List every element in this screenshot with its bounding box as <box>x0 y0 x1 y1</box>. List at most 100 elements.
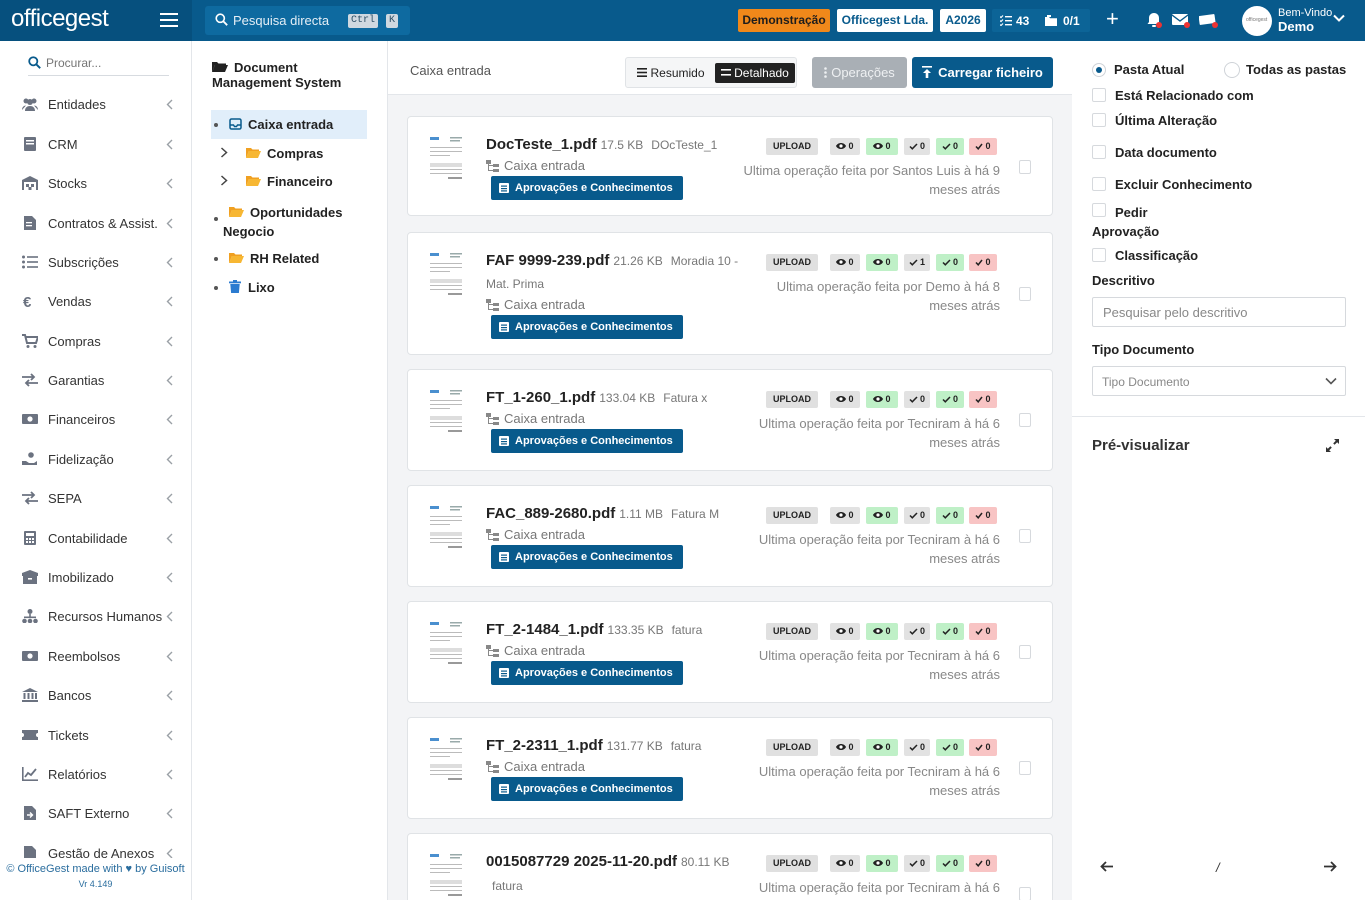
global-search[interactable]: Pesquisa directa Ctrl K <box>205 6 410 35</box>
sidebar-item-subscri-es[interactable]: Subscrições <box>0 247 191 277</box>
check-classification[interactable]: Classificação <box>1092 248 1198 263</box>
document-thumbnail[interactable] <box>428 850 464 900</box>
demo-mode-button[interactable]: Demonstração <box>738 9 830 32</box>
tree-node-lixo[interactable]: Lixo <box>229 280 275 295</box>
sidebar-item-stocks[interactable]: Stocks <box>0 168 191 198</box>
view-summary-button[interactable]: Resumido <box>631 63 711 83</box>
add-icon[interactable]: + <box>1106 8 1119 30</box>
document-card[interactable]: DocTeste_1.pdf 17.5 KB DOcTeste_1 Caixa ent… <box>407 116 1053 216</box>
pending-badge: 0 <box>904 138 930 155</box>
tree-node-rh[interactable]: RH Related <box>229 251 319 266</box>
sidebar-item-relat-rios[interactable]: Relatórios <box>0 759 191 789</box>
check-last-change[interactable]: Última Alteração <box>1092 113 1217 128</box>
description-search-input[interactable] <box>1092 297 1346 327</box>
sidebar-search-input[interactable] <box>46 56 166 70</box>
expand-icon[interactable] <box>1326 439 1339 452</box>
document-card[interactable]: 0015087729 2025-11-20.pdf 80.11 KB fatura U… <box>407 833 1053 900</box>
ticket-alert-icon[interactable] <box>1199 12 1219 29</box>
radio-current-folder[interactable]: Pasta Atual <box>1092 62 1184 77</box>
user-name[interactable]: Demo <box>1278 19 1314 34</box>
doc-type-select[interactable]: Tipo Documento <box>1092 366 1346 396</box>
folder-tree-icon <box>486 413 499 425</box>
document-name[interactable]: FT_2-2311_1.pdf 131.77 KB fatura <box>486 737 701 754</box>
company-button[interactable]: Officegest Lda. <box>837 9 933 32</box>
document-card[interactable]: FT_1-260_1.pdf 133.04 KB Fatura x Caixa ent… <box>407 369 1053 471</box>
sidebar-item-vendas[interactable]: € Vendas <box>0 286 191 316</box>
document-thumbnail[interactable] <box>428 618 464 668</box>
chevron-right-icon[interactable] <box>220 147 228 158</box>
sidebar-item-financeiros[interactable]: Financeiros <box>0 404 191 434</box>
document-name[interactable]: DocTeste_1.pdf 17.5 KB DOcTeste_1 <box>486 136 717 153</box>
document-name[interactable]: FT_1-260_1.pdf 133.04 KB Fatura x <box>486 389 707 406</box>
check-related[interactable]: Está Relacionado com <box>1092 88 1254 103</box>
logo[interactable]: officegest <box>11 5 109 33</box>
sidebar-item-contratos-assist[interactable]: Contratos & Assist. <box>0 208 191 238</box>
approved-badge: 0 <box>936 855 964 872</box>
check-doc-date[interactable]: Data documento <box>1092 145 1217 160</box>
document-card[interactable]: FAF 9999-239.pdf 21.26 KB Moradia 10 - Mat.… <box>407 232 1053 355</box>
document-select-checkbox[interactable] <box>1019 761 1031 775</box>
sidebar-item-imobilizado[interactable]: Imobilizado <box>0 562 191 592</box>
sidebar-item-recursos-humanos[interactable]: Recursos Humanos <box>0 601 191 631</box>
operations-button[interactable]: Operações <box>812 57 907 88</box>
sidebar-item-entidades[interactable]: Entidades <box>0 89 191 119</box>
arrow-left-icon[interactable] <box>1100 861 1114 872</box>
upload-file-button[interactable]: Carregar ficheiro <box>912 57 1053 88</box>
document-thumbnail[interactable] <box>428 386 464 436</box>
document-select-checkbox[interactable] <box>1019 413 1031 427</box>
tree-node-oportunidades[interactable]: Oportunidades Negocio <box>223 203 363 241</box>
document-name[interactable]: FAC_889-2680.pdf 1.11 MB Fatura M <box>486 505 719 522</box>
approvals-button[interactable]: Aprovações e Conhecimentos <box>491 176 683 200</box>
document-card[interactable]: FT_2-1484_1.pdf 133.35 KB fatura Caixa entr… <box>407 601 1053 703</box>
sidebar-item-sepa[interactable]: SEPA <box>0 483 191 513</box>
check-request-approval[interactable]: Pedir Aprovação <box>1092 203 1192 241</box>
document-select-checkbox[interactable] <box>1019 287 1031 301</box>
mail-icon[interactable] <box>1172 12 1190 29</box>
document-card[interactable]: FT_2-2311_1.pdf 131.77 KB fatura Caixa entr… <box>407 717 1053 819</box>
tree-node-inbox[interactable]: Caixa entrada <box>229 117 333 132</box>
counters-button[interactable]: 43 0/1 <box>992 9 1090 32</box>
sidebar-item-tickets[interactable]: Tickets <box>0 720 191 750</box>
view-detail-button[interactable]: Detalhado <box>715 63 795 83</box>
year-button[interactable]: A2026 <box>940 9 986 32</box>
chevron-down-icon[interactable] <box>1333 14 1345 23</box>
approvals-button[interactable]: Aprovações e Conhecimentos <box>491 315 683 339</box>
radio-all-folders-dot[interactable] <box>1224 62 1240 78</box>
sidebar-item-compras[interactable]: Compras <box>0 326 191 356</box>
approvals-button[interactable]: Aprovações e Conhecimentos <box>491 429 683 453</box>
document-select-checkbox[interactable] <box>1019 645 1031 659</box>
avatar[interactable]: officegest <box>1242 6 1272 36</box>
sidebar-item-bancos[interactable]: Bancos <box>0 680 191 710</box>
document-thumbnail[interactable] <box>428 734 464 784</box>
sidebar-item-garantias[interactable]: Garantias <box>0 365 191 395</box>
document-select-checkbox[interactable] <box>1019 160 1031 174</box>
document-name[interactable]: FT_2-1484_1.pdf 133.35 KB fatura <box>486 621 702 638</box>
document-name[interactable]: FAF 9999-239.pdf 21.26 KB Moradia 10 - <box>486 252 738 269</box>
sidebar-item-saft-externo[interactable]: SAFT Externo <box>0 798 191 828</box>
document-name[interactable]: 0015087729 2025-11-20.pdf 80.11 KB <box>486 853 729 870</box>
tree-node-financeiro[interactable]: Financeiro <box>246 174 333 189</box>
check-exclude-knowledge[interactable]: Excluir Conhecimento <box>1092 177 1252 192</box>
footer-credit[interactable]: © OfficeGest made with ♥ by Guisoft <box>0 863 191 875</box>
sidebar-item-fideliza-o[interactable]: Fidelização <box>0 444 191 474</box>
approvals-button[interactable]: Aprovações e Conhecimentos <box>491 777 683 801</box>
document-thumbnail[interactable] <box>428 502 464 552</box>
tree-node-compras[interactable]: Compras <box>246 146 323 161</box>
menu-toggle-icon[interactable] <box>160 13 178 28</box>
document-card[interactable]: FAC_889-2680.pdf 1.11 MB Fatura M Caixa ent… <box>407 485 1053 587</box>
sidebar-item-reembolsos[interactable]: Reembolsos <box>0 641 191 671</box>
chevron-right-icon[interactable] <box>220 175 228 186</box>
arrow-right-icon[interactable] <box>1323 861 1337 872</box>
document-thumbnail[interactable] <box>428 249 464 299</box>
sidebar-search[interactable] <box>28 54 169 76</box>
radio-current-folder-dot[interactable] <box>1092 63 1106 77</box>
sidebar-item-crm[interactable]: CRM <box>0 129 191 159</box>
approvals-button[interactable]: Aprovações e Conhecimentos <box>491 545 683 569</box>
radio-all-folders[interactable]: Todas as pastas <box>1224 62 1346 78</box>
document-thumbnail[interactable] <box>428 133 464 183</box>
bell-icon[interactable] <box>1146 12 1163 29</box>
document-select-checkbox[interactable] <box>1019 887 1031 900</box>
approvals-button[interactable]: Aprovações e Conhecimentos <box>491 661 683 685</box>
sidebar-item-contabilidade[interactable]: Contabilidade <box>0 523 191 553</box>
document-select-checkbox[interactable] <box>1019 529 1031 543</box>
